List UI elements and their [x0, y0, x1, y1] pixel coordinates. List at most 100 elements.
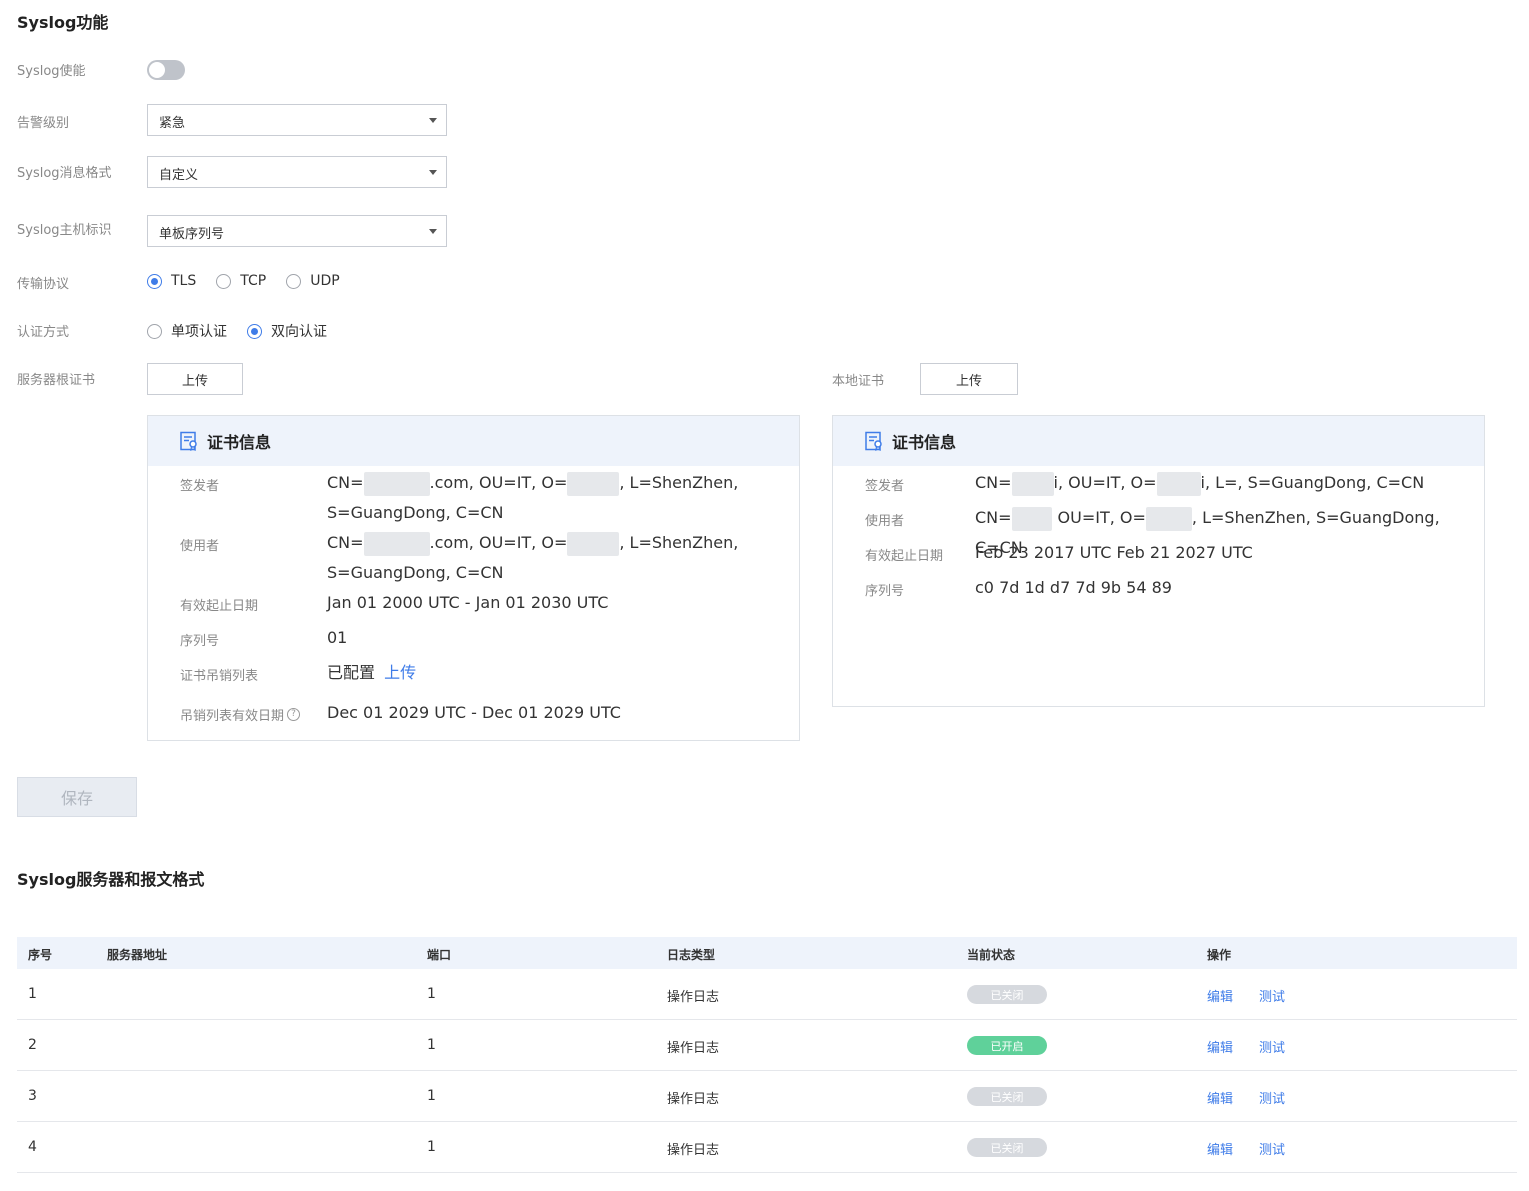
- server-cert-crl-validity-value: Dec 01 2029 UTC - Dec 01 2029 UTC: [327, 703, 621, 722]
- redacted-block: [567, 531, 620, 556]
- server-cert-subject-part3: , L=ShenZhen,: [619, 533, 739, 552]
- row-log-type: 操作日志: [667, 1092, 720, 1107]
- radio-tcp[interactable]: TCP: [216, 273, 266, 289]
- redacted-block: [1156, 471, 1201, 496]
- radio-tls[interactable]: TLS: [147, 273, 196, 289]
- server-root-cert-label: 服务器根证书: [17, 373, 96, 388]
- local-cert-issuer-part2: i, OU=IT, O=: [1053, 473, 1157, 492]
- syslog-enable-toggle[interactable]: [147, 60, 185, 80]
- local-cert-card-title: 证书信息: [892, 433, 957, 452]
- server-cert-crl-value: 已配置 上传: [327, 658, 416, 688]
- col-port: 端口: [427, 948, 452, 962]
- row-port: 1: [427, 1139, 436, 1155]
- server-cert-subject-value: CN= .com, OU=IT, O= , L=ShenZhen, S=GuangD…: [327, 528, 738, 588]
- server-cert-card-title: 证书信息: [207, 433, 272, 452]
- auth-label: 认证方式: [17, 325, 70, 340]
- row-log-type: 操作日志: [667, 990, 720, 1005]
- host-id-select[interactable]: 单板序列号: [147, 215, 447, 247]
- table-row: 1 1 操作日志 已关闭 编辑 测试: [17, 969, 1517, 1020]
- redacted-block: [363, 531, 430, 556]
- row-port: 1: [427, 1088, 436, 1104]
- server-cert-serial-value: 01: [327, 628, 348, 647]
- radio-checked-icon: [147, 273, 162, 289]
- table-header: 序号 服务器地址 端口 日志类型 当前状态 操作: [17, 937, 1517, 969]
- server-cert-issuer-value: CN= .com, OU=IT, O= , L=ShenZhen, S=GuangD…: [327, 468, 738, 528]
- toggle-knob: [149, 62, 165, 78]
- col-log-type: 日志类型: [667, 948, 716, 962]
- local-cert-validity-value: Feb 23 2017 UTC Feb 21 2027 UTC: [975, 543, 1253, 562]
- status-badge: 已关闭: [967, 985, 1047, 1004]
- redacted-block: [1011, 471, 1054, 496]
- server-cert-issuer-part1: CN=: [327, 473, 364, 492]
- redacted-block: [1145, 506, 1192, 531]
- auth-radio-group: 单项认证 双向认证: [147, 321, 347, 341]
- help-icon[interactable]: ?: [287, 708, 301, 721]
- edit-link[interactable]: 编辑: [1207, 1037, 1233, 1056]
- radio-unchecked-icon: [147, 323, 162, 339]
- row-index: 4: [28, 1139, 37, 1155]
- local-cert-serial-label: 序列号: [865, 584, 905, 599]
- server-cert-validity-value: Jan 01 2000 UTC - Jan 01 2030 UTC: [327, 593, 609, 612]
- chevron-down-icon: [429, 229, 437, 234]
- save-button[interactable]: 保存: [17, 777, 137, 817]
- radio-unchecked-icon: [216, 273, 232, 289]
- row-log-type: 操作日志: [667, 1143, 720, 1158]
- local-cert-upload-button[interactable]: 上传: [920, 363, 1018, 395]
- server-cert-crl-validity-label: 吊销列表有效日期 ?: [180, 705, 301, 724]
- server-cert-validity-label: 有效起止日期: [180, 599, 259, 614]
- server-cert-issuer-part3: , L=ShenZhen,: [619, 473, 739, 492]
- local-cert-card: 证书信息 签发者 CN= i, OU=IT, O= i, L=, S=GuangDo…: [832, 415, 1485, 707]
- chevron-down-icon: [429, 170, 437, 175]
- local-cert-issuer-part3: i, L=, S=GuangDong, C=CN: [1200, 473, 1425, 492]
- local-cert-subject-part2: OU=IT, O=: [1057, 508, 1146, 527]
- row-index: 2: [28, 1037, 37, 1053]
- radio-two-way[interactable]: 双向认证: [247, 321, 327, 341]
- message-format-select[interactable]: 自定义: [147, 156, 447, 188]
- row-index: 1: [28, 986, 37, 1002]
- row-port: 1: [427, 1037, 436, 1053]
- chevron-down-icon: [429, 118, 437, 123]
- certificate-icon: [180, 431, 197, 451]
- server-cert-subject-label: 使用者: [180, 539, 220, 554]
- syslog-enable-label: Syslog使能: [17, 64, 86, 79]
- test-link[interactable]: 测试: [1259, 1037, 1285, 1056]
- test-link[interactable]: 测试: [1259, 986, 1285, 1005]
- crl-validity-label-text: 吊销列表有效日期: [180, 709, 285, 724]
- radio-checked-icon: [247, 323, 262, 339]
- server-cert-subject-part2: .com, OU=IT, O=: [429, 533, 568, 552]
- radio-udp-label: UDP: [310, 273, 340, 289]
- server-cert-card-header: 证书信息: [148, 416, 799, 466]
- table-row: 2 1 操作日志 已开启 编辑 测试: [17, 1020, 1517, 1071]
- test-link[interactable]: 测试: [1259, 1088, 1285, 1107]
- radio-two-way-label: 双向认证: [271, 324, 327, 340]
- server-cert-crl-label: 证书吊销列表: [180, 669, 259, 684]
- redacted-block: [1011, 506, 1052, 531]
- host-id-value: 单板序列号: [159, 227, 225, 242]
- section-title-syslog: Syslog功能: [17, 13, 109, 32]
- local-cert-issuer-label: 签发者: [865, 479, 905, 494]
- message-format-value: 自定义: [159, 168, 199, 183]
- crl-status: 已配置: [327, 663, 376, 682]
- edit-link[interactable]: 编辑: [1207, 986, 1233, 1005]
- local-cert-card-header: 证书信息: [833, 416, 1484, 466]
- local-cert-subject-part1: CN=: [975, 508, 1012, 527]
- crl-upload-link[interactable]: 上传: [384, 663, 416, 682]
- radio-tcp-label: TCP: [240, 273, 267, 289]
- certificate-icon: [865, 431, 882, 451]
- status-badge: 已关闭: [967, 1138, 1047, 1157]
- local-cert-subject-label: 使用者: [865, 514, 905, 529]
- table-row: 3 1 操作日志 已关闭 编辑 测试: [17, 1071, 1517, 1122]
- radio-one-way[interactable]: 单项认证: [147, 321, 227, 341]
- row-log-type: 操作日志: [667, 1041, 720, 1056]
- radio-one-way-label: 单项认证: [171, 324, 227, 340]
- edit-link[interactable]: 编辑: [1207, 1139, 1233, 1158]
- section-title-servers: Syslog服务器和报文格式: [17, 870, 205, 889]
- col-status: 当前状态: [967, 948, 1016, 962]
- server-cert-issuer-label: 签发者: [180, 479, 220, 494]
- edit-link[interactable]: 编辑: [1207, 1088, 1233, 1107]
- server-root-cert-upload-button[interactable]: 上传: [147, 363, 243, 395]
- radio-udp[interactable]: UDP: [286, 273, 340, 289]
- alarm-level-select[interactable]: 紧急: [147, 104, 447, 136]
- server-cert-subject-line2: S=GuangDong, C=CN: [327, 563, 504, 582]
- test-link[interactable]: 测试: [1259, 1139, 1285, 1158]
